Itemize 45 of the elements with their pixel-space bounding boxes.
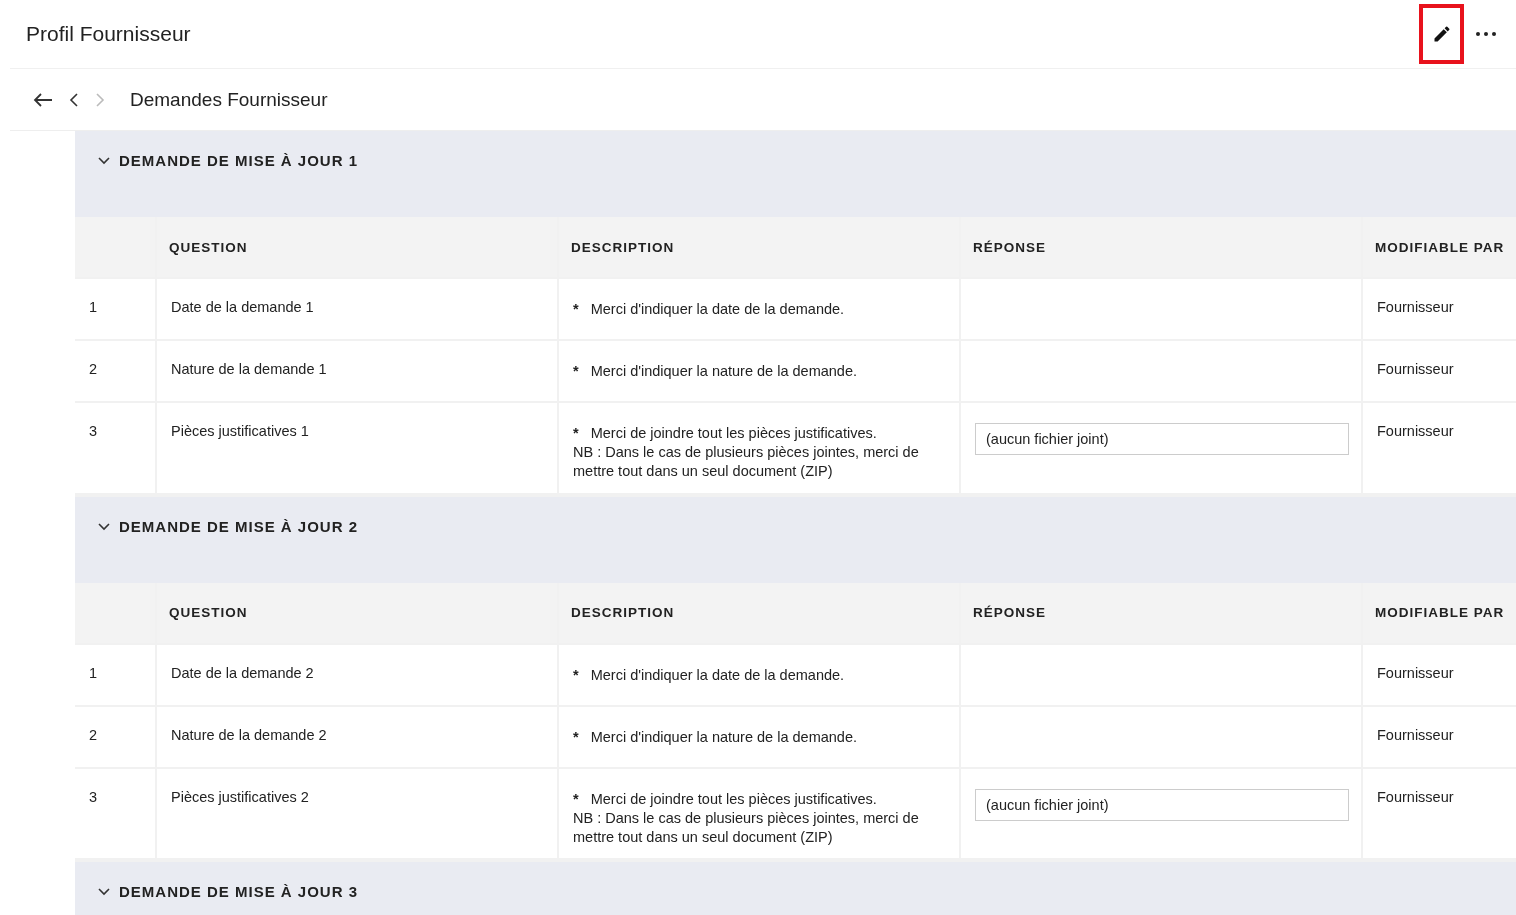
description-text: Merci d'indiquer la nature de la demande.	[590, 363, 857, 379]
row-number: 1	[75, 279, 155, 339]
question-text: Date de la demande 2	[171, 664, 314, 681]
editor-text: Fournisseur	[1377, 664, 1454, 681]
required-marker: *	[573, 728, 579, 745]
editor-text: Fournisseur	[1377, 726, 1454, 743]
question-text: Nature de la demande 1	[171, 361, 327, 377]
editor-text: Fournisseur	[1377, 299, 1454, 315]
section-header[interactable]: DEMANDE DE MISE À JOUR 2	[75, 496, 1516, 583]
question-text: Date de la demande 1	[171, 299, 314, 315]
page-title: Profil Fournisseur	[26, 22, 191, 46]
question-text: Pièces justificatives 1	[171, 423, 309, 439]
description-text: Merci d'indiquer la date de la demande.	[590, 666, 845, 683]
file-field[interactable]: (aucun fichier joint)	[975, 788, 1349, 821]
question-text: Nature de la demande 2	[171, 726, 327, 743]
required-marker: *	[573, 790, 579, 807]
required-marker: *	[573, 425, 579, 441]
question-text: Pièces justificatives 2	[171, 788, 309, 805]
chevron-icon	[97, 156, 111, 166]
back-arrow-icon[interactable]	[32, 91, 54, 108]
row-number: 2	[75, 706, 155, 767]
section-header[interactable]: DEMANDE DE MISE À JOUR 3	[75, 862, 1516, 915]
required-marker: *	[573, 301, 579, 317]
note-text: NB : Dans le cas de plusieurs pièces jointes, merci de mettre tout dans un seul document (ZIP)	[573, 808, 920, 847]
editor-text: Fournisseur	[1377, 788, 1454, 805]
previous-chevron-icon[interactable]	[68, 91, 80, 108]
description-text: Merci d'indiquer la date de la demande.	[590, 301, 845, 317]
description-text: Merci de joindre tout les pièces justificatives.	[590, 425, 877, 441]
edit-button[interactable]	[1419, 4, 1464, 64]
chevron-icon	[97, 521, 111, 532]
row-number: 1	[75, 644, 155, 705]
file-field[interactable]: (aucun fichier joint)	[975, 423, 1349, 455]
editor-text: Fournisseur	[1377, 423, 1454, 439]
row-number: 2	[75, 341, 155, 401]
editor-text: Fournisseur	[1377, 361, 1454, 377]
note-text: NB : Dans le cas de plusieurs pièces jointes, merci de mettre tout dans un seul document (ZIP)	[573, 443, 920, 481]
description-text: Merci de joindre tout les pièces justificatives.	[590, 790, 877, 807]
row-number: 3	[75, 403, 155, 493]
required-marker: *	[573, 666, 579, 683]
section-header[interactable]: DEMANDE DE MISE À JOUR 1	[75, 131, 1516, 217]
chevron-icon	[97, 887, 111, 898]
breadcrumb-title: Demandes Fournisseur	[130, 88, 328, 111]
description-text: Merci d'indiquer la nature de la demande.	[590, 728, 857, 745]
required-marker: *	[573, 363, 579, 379]
row-number: 3	[75, 768, 155, 859]
